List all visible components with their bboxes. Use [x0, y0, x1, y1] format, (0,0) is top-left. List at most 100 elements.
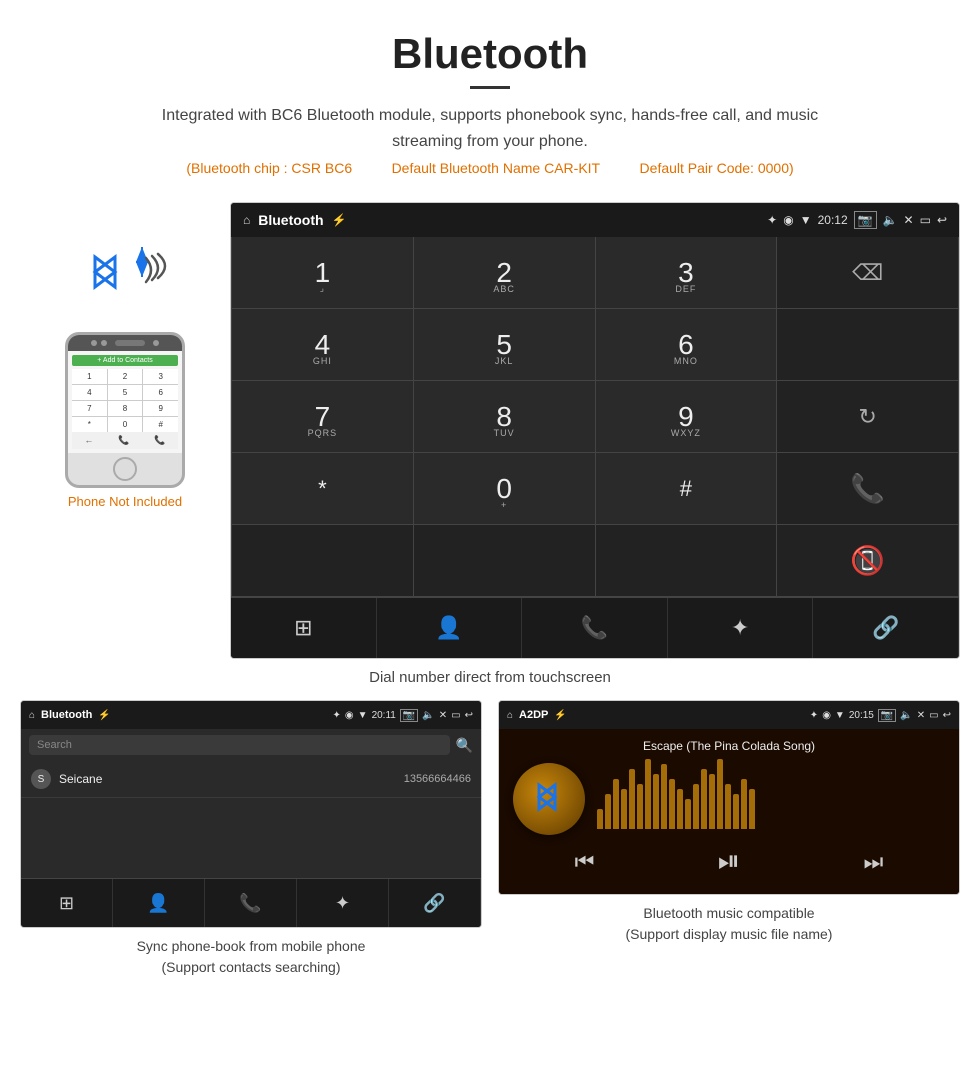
a2dp-back-icon: ↩ [943, 710, 951, 721]
a2dp-cam-icon: 📷 [878, 709, 896, 722]
screen-bluetooth-title: Bluetooth [258, 212, 323, 228]
refresh-icon: ↻ [858, 404, 876, 430]
nav-grid-icon[interactable]: ⊞ [231, 598, 377, 658]
nav-link-icon[interactable]: 🔗 [813, 598, 959, 658]
pb-search-box[interactable]: Search [29, 735, 450, 755]
pb-bt-icon: ✦ [333, 710, 341, 721]
backspace-cell[interactable]: ⌫ [777, 237, 959, 309]
viz-bar [725, 784, 731, 829]
call-icon: 📞 [850, 472, 885, 505]
key-8[interactable]: 8 TUV [414, 381, 596, 453]
key-6[interactable]: 6 MNO [596, 309, 778, 381]
phonebook-item: ⌂ Bluetooth ⚡ ✦ ◉ ▼ 20:11 📷 🔈 ✕ ▭ ↩ [20, 700, 482, 978]
car-screen-main: ⌂ Bluetooth ⚡ ✦ ◉ ▼ 20:12 📷 🔈 ✕ ▭ ↩ [230, 202, 960, 659]
pb-home-icon: ⌂ [29, 710, 35, 721]
prev-track-button[interactable]: ⏮ [575, 849, 595, 875]
refresh-cell[interactable]: ↻ [777, 381, 959, 453]
nav-bt-icon[interactable]: ✦ [668, 598, 814, 658]
pb-search-placeholder: Search [37, 739, 72, 751]
phone-key-1: 1 [72, 369, 107, 384]
page-header: Bluetooth Integrated with BC6 Bluetooth … [0, 0, 980, 202]
viz-bar [661, 764, 667, 829]
pb-close-icon: ✕ [439, 710, 447, 721]
phone-key-4: 4 [72, 385, 107, 400]
status-right: ✦ ◉ ▼ 20:12 📷 🔈 ✕ ▭ ↩ [767, 211, 947, 229]
phone-key-6: 6 [143, 385, 178, 400]
key-hash[interactable]: # [596, 453, 778, 525]
a2dp-song-title: Escape (The Pina Colada Song) [643, 739, 815, 753]
empty-cell-4 [596, 525, 778, 597]
key-4[interactable]: 4 GHI [232, 309, 414, 381]
viz-bar [613, 779, 619, 829]
phone-call-red-icon: 📞 [154, 435, 165, 446]
phone-key-0: 0 [108, 417, 143, 432]
nav-call-icon[interactable]: 📞 [522, 598, 668, 658]
phone-screen: + Add to Contacts 1 2 3 4 5 6 7 8 9 * 0 … [68, 351, 182, 453]
contact-number: 13566664466 [404, 773, 471, 785]
a2dp-content: Escape (The Pina Colada Song) [499, 729, 959, 894]
signal-waves [142, 250, 170, 291]
phone-not-included-label: Phone Not Included [68, 494, 182, 509]
bottom-row: ⌂ Bluetooth ⚡ ✦ ◉ ▼ 20:11 📷 🔈 ✕ ▭ ↩ [0, 700, 980, 998]
empty-cell-2 [232, 525, 414, 597]
key-1[interactable]: 1 ⌟ [232, 237, 414, 309]
a2dp-item: ⌂ A2DP ⚡ ✦ ◉ ▼ 20:15 📷 🔈 ✕ ▭ ↩ E [498, 700, 960, 978]
end-call-icon: 📵 [850, 544, 885, 577]
key-3[interactable]: 3 DEF [596, 237, 778, 309]
pb-usb-icon: ⚡ [98, 710, 110, 721]
a2dp-close-icon: ✕ [917, 710, 925, 721]
pb-nav-call[interactable]: 📞 [205, 879, 297, 927]
a2dp-main-row [513, 763, 945, 835]
a2dp-bt-icon: ✦ [810, 710, 818, 721]
spec-name: Default Bluetooth Name CAR-KIT [392, 160, 601, 176]
pb-sig-icon: ▼ [358, 710, 368, 721]
contact-name: Seicane [59, 772, 404, 786]
phone-key-2: 2 [108, 369, 143, 384]
pb-bottom-nav: ⊞ 👤 📞 ✦ 🔗 [21, 878, 481, 927]
play-pause-button[interactable]: ⏯ [718, 845, 740, 878]
key-0[interactable]: 0 + [414, 453, 596, 525]
next-track-button[interactable]: ⏭ [864, 849, 884, 875]
pb-empty-area [21, 798, 481, 878]
pb-search-icon[interactable]: 🔍 [456, 737, 473, 754]
pb-back-icon: ↩ [465, 710, 473, 721]
contact-row-seicane[interactable]: S Seicane 13566664466 [21, 761, 481, 798]
album-art [513, 763, 585, 835]
screen-bottom-nav: ⊞ 👤 📞 ✦ 🔗 [231, 597, 959, 658]
key-2[interactable]: 2 ABC [414, 237, 596, 309]
end-call-cell[interactable]: 📵 [777, 525, 959, 597]
key-star[interactable]: * [232, 453, 414, 525]
key-7[interactable]: 7 PQRS [232, 381, 414, 453]
viz-bar [741, 779, 747, 829]
phone-top-bar [68, 335, 182, 351]
key-9[interactable]: 9 WXYZ [596, 381, 778, 453]
pb-nav-grid[interactable]: ⊞ [21, 879, 113, 927]
nav-contacts-icon[interactable]: 👤 [377, 598, 523, 658]
phone-key-5: 5 [108, 385, 143, 400]
call-cell[interactable]: 📞 [777, 453, 959, 525]
close-x-icon: ✕ [904, 213, 914, 227]
pb-nav-contacts[interactable]: 👤 [113, 879, 205, 927]
pb-nav-link[interactable]: 🔗 [389, 879, 481, 927]
spec-chip: (Bluetooth chip : CSR BC6 [186, 160, 352, 176]
pb-title: Bluetooth [41, 709, 92, 721]
viz-bar [717, 759, 723, 829]
viz-bar [701, 769, 707, 829]
viz-bar [605, 794, 611, 829]
header-specs: (Bluetooth chip : CSR BC6 Default Blueto… [20, 160, 960, 176]
pb-loc-icon: ◉ [345, 710, 354, 721]
phone-back-icon: ← [84, 435, 93, 446]
viz-bar [621, 789, 627, 829]
viz-bar [597, 809, 603, 829]
phone-dialpad: 1 2 3 4 5 6 7 8 9 * 0 # [72, 369, 178, 432]
key-5[interactable]: 5 JKL [414, 309, 596, 381]
viz-bar [645, 759, 651, 829]
pb-vol-icon: 🔈 [422, 710, 434, 721]
pb-time: 20:11 [372, 710, 396, 721]
volume-icon: 🔈 [883, 213, 898, 227]
pb-nav-bt[interactable]: ✦ [297, 879, 389, 927]
pb-search-row: Search 🔍 [21, 729, 481, 761]
viz-bar [733, 794, 739, 829]
a2dp-time: 20:15 [849, 710, 874, 721]
bluetooth-icon-area [80, 242, 170, 322]
